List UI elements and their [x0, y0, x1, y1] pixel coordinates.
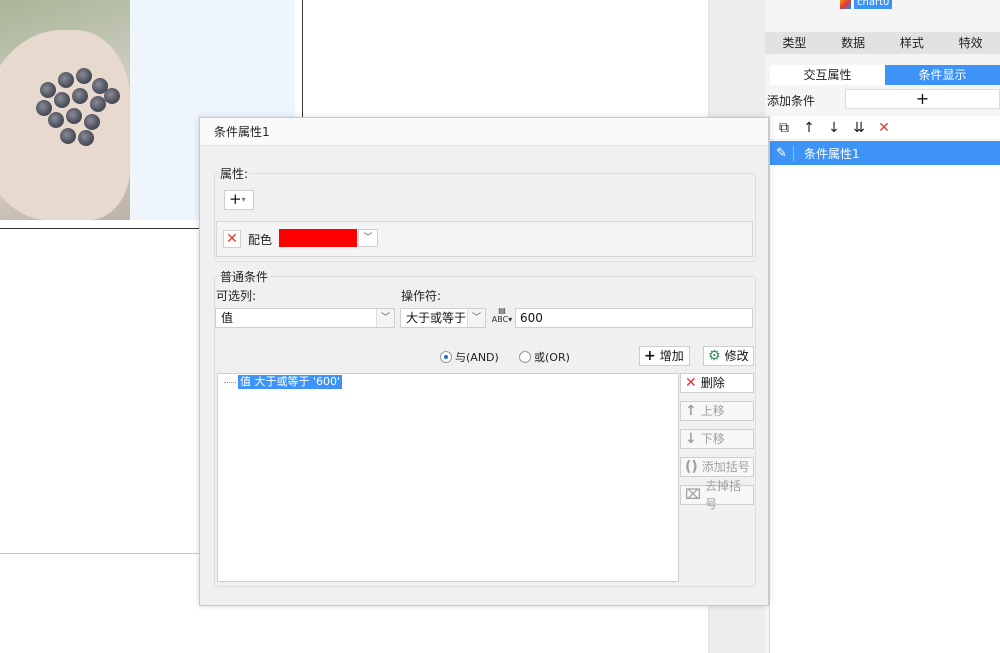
condition-item-label: 条件属性1 [804, 146, 860, 161]
berry [54, 92, 70, 108]
remove-attribute-icon[interactable]: ✕ [223, 230, 241, 248]
berry [40, 82, 56, 98]
berry [58, 72, 74, 88]
condition-item[interactable]: ✎ 条件属性1 [770, 141, 1000, 165]
subtab-interaction[interactable]: 交互属性 [770, 65, 885, 85]
dialog-title: 条件属性1 [200, 118, 768, 146]
tree-connector [224, 382, 236, 383]
move-up-button[interactable]: ↑ 上移 [680, 401, 754, 421]
operator-label: 操作符: [401, 289, 442, 303]
remove-bracket-button[interactable]: ⌧ 去掉括号 [680, 479, 754, 511]
column-label: 可选列: [216, 289, 257, 303]
attribute-row: ✕ 配色 ﹀ [216, 221, 753, 257]
radio-dot [440, 351, 452, 363]
value-type-icon[interactable]: ▤ ABC▾ [491, 306, 513, 328]
add-button-label: 增加 [659, 349, 684, 363]
berries-photo [0, 0, 130, 220]
chevron-down-icon: ﹀ [467, 309, 485, 327]
caret-down-icon: ▾ [241, 195, 246, 204]
berry [60, 128, 76, 144]
plus-icon: + [644, 348, 656, 364]
divider-line [0, 228, 200, 229]
expression-list[interactable]: 值 大于或等于 '600' [217, 373, 679, 582]
edit-condition-button[interactable]: ⚙ 修改 [703, 346, 754, 366]
move-down-label: 下移 [700, 432, 725, 446]
condition-value-input[interactable]: 600 [515, 308, 753, 328]
tab-data[interactable]: 数据 [824, 32, 883, 54]
add-condition-button[interactable]: + 增加 [639, 346, 690, 366]
arrow-up-icon[interactable]: ↑ [801, 119, 817, 137]
pencil-icon[interactable]: ✎ [770, 145, 794, 161]
settings-tabs: 类型 数据 样式 特效 [765, 32, 1000, 54]
normal-conditions-legend: 普通条件 [218, 268, 271, 285]
add-bracket-label: 添加括号 [701, 460, 750, 474]
copy-icon[interactable]: ⧉ [776, 119, 792, 137]
berry [66, 108, 82, 124]
plus-icon: + [915, 89, 930, 108]
tab-style[interactable]: 样式 [883, 32, 942, 54]
arrow-down-icon[interactable]: ↓ [826, 119, 842, 137]
tab-effects[interactable]: 特效 [941, 32, 1000, 54]
chevron-down-icon: ﹀ [376, 309, 394, 327]
hand-shape [0, 30, 130, 220]
operator-select[interactable]: 大于或等于 ﹀ [400, 308, 486, 328]
subtab-conditional-display[interactable]: 条件显示 [885, 65, 1000, 85]
berry [78, 130, 94, 146]
arrow-down-icon: ↓ [685, 431, 697, 447]
color-dropdown-icon[interactable]: ﹀ [358, 229, 378, 247]
add-condition-button[interactable]: + [845, 89, 1000, 109]
chart-name: chart0 [854, 0, 893, 9]
condition-list: ⧉ ↑ ↓ ⇊ ✕ ✎ 条件属性1 [769, 116, 1000, 653]
delete-label: 删除 [700, 376, 725, 390]
remove-bracket-label: 去掉括号 [705, 479, 742, 511]
logic-or-label: 或(OR) [534, 351, 570, 364]
effects-subtabs: 交互属性 条件显示 [770, 65, 1000, 85]
chart-settings-panel: chart0 类型 数据 样式 特效 交互属性 条件显示 添加条件 + ⧉ ↑ … [765, 0, 1000, 653]
delete-icon[interactable]: ✕ [876, 119, 892, 137]
berry [48, 112, 64, 128]
column-select-value: 值 [221, 311, 234, 325]
logic-or-radio[interactable]: 或(OR) [519, 349, 570, 365]
berry [72, 88, 88, 104]
add-bracket-button[interactable]: () 添加括号 [680, 457, 754, 477]
chart-selector[interactable]: chart0 [840, 0, 893, 10]
delete-icon: ✕ [685, 375, 697, 391]
bracket-icon: () [685, 459, 698, 475]
berry [76, 68, 92, 84]
berry [84, 114, 100, 130]
sort-icon[interactable]: ⇊ [851, 119, 867, 137]
gear-icon: ⚙ [708, 348, 721, 364]
edit-button-label: 修改 [724, 349, 749, 363]
expression-item[interactable]: 值 大于或等于 '600' [238, 375, 343, 389]
condition-toolbar: ⧉ ↑ ↓ ⇊ ✕ [770, 116, 1000, 140]
color-swatch[interactable] [279, 229, 357, 247]
chart-icon [840, 0, 851, 9]
radio-dot [519, 351, 531, 363]
add-attribute-button[interactable]: +▾ [224, 190, 254, 210]
attributes-legend: 属性: [218, 165, 251, 182]
divider-line [0, 553, 200, 554]
remove-bracket-icon: ⌧ [685, 487, 702, 503]
operator-select-value: 大于或等于 [406, 311, 467, 325]
attribute-label: 配色 [248, 233, 273, 247]
column-select[interactable]: 值 ﹀ [215, 308, 395, 328]
add-condition-label: 添加条件 [767, 94, 816, 108]
move-down-button[interactable]: ↓ 下移 [680, 429, 754, 449]
delete-expression-button[interactable]: ✕ 删除 [680, 373, 754, 393]
berry [104, 88, 120, 104]
move-up-label: 上移 [700, 404, 725, 418]
tab-type[interactable]: 类型 [765, 32, 824, 54]
condition-attribute-dialog: 条件属性1 属性: +▾ ✕ 配色 ﹀ 普通条件 可选列: 值 ﹀ 操作符: 大… [199, 117, 769, 606]
logic-and-radio[interactable]: 与(AND) [440, 349, 499, 365]
logic-and-label: 与(AND) [455, 351, 499, 364]
arrow-up-icon: ↑ [685, 403, 697, 419]
